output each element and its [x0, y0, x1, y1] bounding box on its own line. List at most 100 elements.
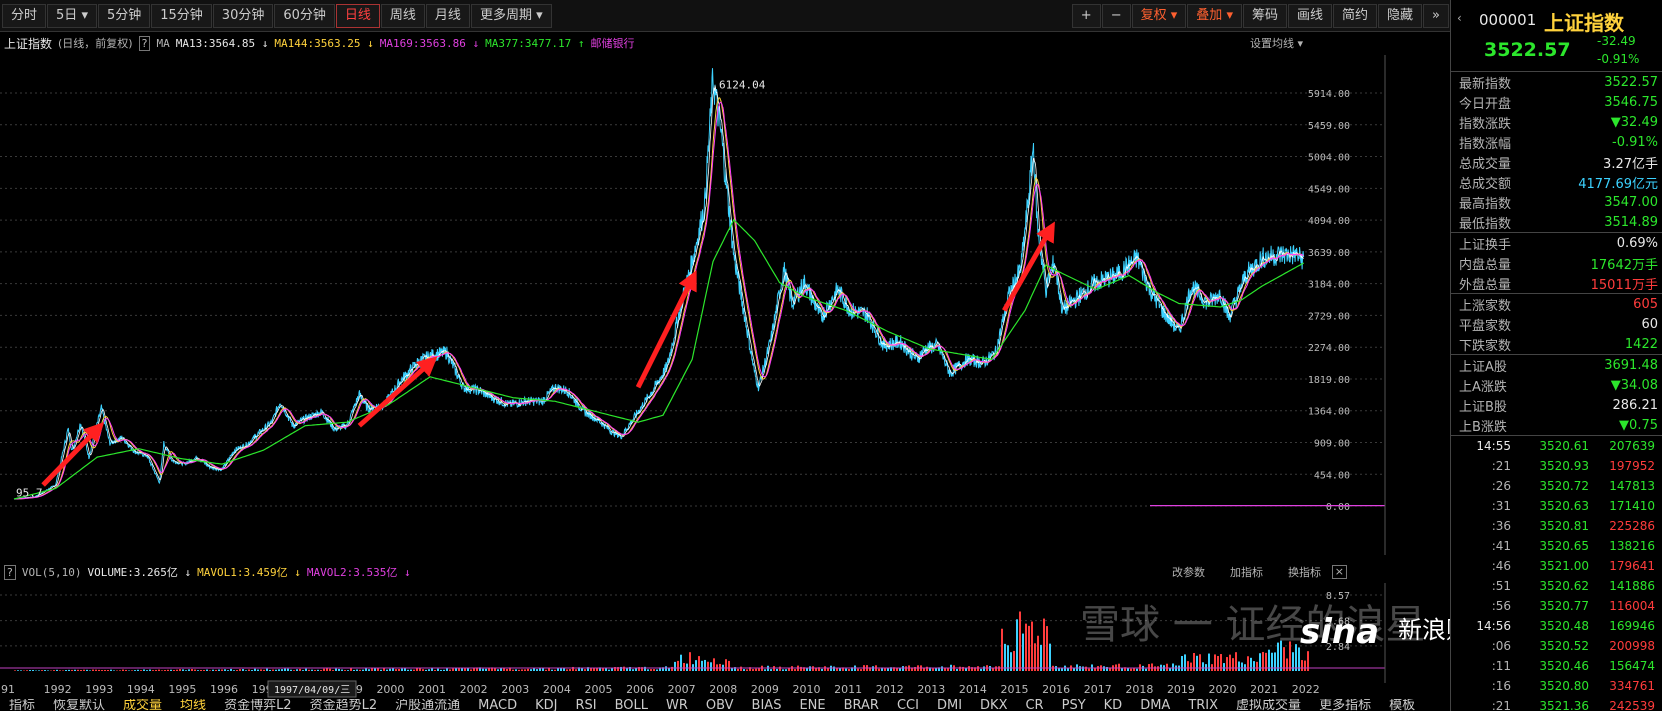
period-weekly-button[interactable]: 周线	[380, 3, 425, 28]
volume-bar	[251, 670, 253, 671]
help-icon[interactable]: ?	[4, 564, 16, 580]
volume-bar	[437, 668, 439, 671]
draw-line-button[interactable]: 画线	[1287, 4, 1332, 28]
volume-bar	[1007, 645, 1009, 671]
tick-list[interactable]: 14:55 3520.61 207639:21 3520.93 197952:26 352…	[1451, 436, 1662, 711]
period-monthly-button[interactable]: 月线	[425, 3, 470, 28]
indicator-tab[interactable]: CR	[1016, 699, 1052, 711]
volume-bar	[296, 669, 298, 671]
indicator-tab[interactable]: 沪股通流通	[386, 699, 469, 711]
indicator-tab[interactable]: 指标	[0, 699, 44, 711]
tick-price: 3521.00	[1539, 559, 1589, 573]
indicator-tab[interactable]: DMI	[928, 699, 971, 711]
volume-bar	[791, 666, 793, 671]
x-tick-label: 1996	[210, 683, 238, 696]
hide-button[interactable]: 隐藏	[1378, 4, 1423, 28]
indicator-tab[interactable]: 模板	[1380, 699, 1424, 711]
volume-bar	[650, 669, 652, 671]
volume-bar	[1082, 666, 1084, 671]
volume-bar	[329, 668, 331, 671]
indicator-tab[interactable]: CCI	[888, 699, 928, 711]
add-indicator-button[interactable]: 加指标	[1230, 564, 1263, 580]
stat-label: 上涨家数	[1459, 298, 1512, 314]
volume-bar	[758, 668, 760, 671]
zoom-in-button[interactable]: +	[1071, 4, 1101, 28]
volume-bar	[752, 669, 754, 671]
indicator-tab[interactable]: BOLL	[606, 699, 657, 711]
period-15min-button[interactable]: 15分钟	[151, 3, 212, 28]
expand-arrows-icon[interactable]: »	[1423, 4, 1449, 28]
volume-bar	[812, 666, 814, 671]
indicator-tab[interactable]: BIAS	[743, 699, 791, 711]
indicator-tab[interactable]: 更多指标	[1310, 699, 1380, 711]
indicator-tab[interactable]: OBV	[697, 699, 743, 711]
indicator-tab[interactable]: PSY	[1053, 699, 1095, 711]
stat-row: 外盘总量 15011万手	[1451, 273, 1662, 293]
indicator-tab[interactable]: MACD	[469, 699, 526, 711]
volume-bar	[1196, 655, 1198, 671]
more-periods-button[interactable]: 更多周期 ▾	[470, 3, 552, 28]
price-chart[interactable]: 5914.00 5459.00 5004.00 4549.00 4094.00 3639.…	[0, 55, 1450, 555]
indicator-tab[interactable]: 恢复默认	[44, 699, 114, 711]
volume-bar	[680, 654, 682, 671]
indicator-tab[interactable]: KD	[1095, 699, 1132, 711]
tick-time: :06	[1491, 639, 1511, 653]
volume-bar	[1004, 643, 1006, 671]
volume-bar	[59, 670, 61, 671]
overlay-button[interactable]: 叠加 ▾	[1187, 4, 1242, 28]
simple-mode-button[interactable]: 简约	[1333, 4, 1378, 28]
x-tick-label: 2006	[626, 683, 654, 696]
indicator-tab[interactable]: TRIX	[1179, 699, 1227, 711]
indicator-tab[interactable]: 资金博弈L2	[215, 699, 301, 711]
indicator-tab[interactable]: KDJ	[526, 699, 566, 711]
switch-indicator-button[interactable]: 换指标	[1288, 564, 1321, 580]
change-params-button[interactable]: 改参数	[1172, 564, 1205, 580]
period-5min-button[interactable]: 5分钟	[97, 3, 151, 28]
volume-bar	[704, 659, 706, 671]
dropdown-arrow-icon: ▾	[1226, 8, 1233, 23]
ma169-value: MA169:3563.86 ↓	[379, 36, 480, 50]
adjust-button[interactable]: 复权 ▾	[1131, 4, 1187, 28]
ab-share-stats: 上证A股 3691.48 上A涨跌 ▼34.08 上证B股 286.21 上B涨跌 ▼0.75	[1451, 355, 1662, 436]
volume-bar	[443, 669, 445, 671]
volume-bar	[401, 668, 403, 671]
prev-arrow-icon[interactable]: ‹	[1457, 11, 1462, 25]
x-tick-label: 2009	[751, 683, 779, 696]
indicator-tab[interactable]: BRAR	[835, 699, 888, 711]
ma-settings-button[interactable]: 设置均线 ▾	[1250, 35, 1303, 51]
volume-bar	[878, 668, 880, 671]
volume-bar	[125, 669, 127, 671]
volume-bar	[83, 669, 85, 671]
tick-price: 3520.72	[1539, 479, 1589, 493]
indicator-tab[interactable]: 成交量	[114, 699, 171, 711]
volume-bar	[740, 666, 742, 671]
volume-chart[interactable]: 8.575.682.84 雪球 一 证经的浪星 sina 新浪财经社区	[0, 583, 1450, 683]
indicator-tab[interactable]: WR	[657, 699, 697, 711]
stat-label: 指数涨幅	[1459, 136, 1512, 152]
tick-price: 3520.81	[1539, 519, 1589, 533]
indicator-tab[interactable]: RSI	[566, 699, 605, 711]
close-icon[interactable]: ×	[1331, 565, 1347, 579]
indicator-tab[interactable]: DKX	[971, 699, 1016, 711]
help-icon[interactable]: ?	[138, 35, 151, 51]
indicator-tab[interactable]: ENE	[790, 699, 834, 711]
zoom-out-button[interactable]: −	[1101, 4, 1131, 28]
chips-button[interactable]: 筹码	[1242, 4, 1287, 28]
volume-bar	[95, 669, 97, 671]
volume-bar	[824, 666, 826, 671]
indicator-tab[interactable]: DMA	[1131, 699, 1179, 711]
period-60min-button[interactable]: 60分钟	[274, 3, 335, 28]
period-5day-button[interactable]: 5日 ▾	[47, 3, 97, 28]
volume-bar	[428, 669, 430, 671]
indicator-tab[interactable]: 均线	[171, 699, 215, 711]
period-30min-button[interactable]: 30分钟	[212, 3, 274, 28]
y-tick-label: 909.00	[1314, 439, 1350, 450]
period-daily-button[interactable]: 日线	[335, 3, 380, 28]
indicator-tab[interactable]: 虚拟成交量	[1227, 699, 1310, 711]
volume-bar	[197, 670, 199, 671]
volume-bar	[821, 668, 823, 671]
volume-bar	[1061, 668, 1063, 671]
indicator-tab[interactable]: 资金趋势L2	[301, 699, 387, 711]
y-tick-label: 5004.00	[1308, 153, 1350, 164]
period-intraday-button[interactable]: 分时	[2, 3, 47, 28]
